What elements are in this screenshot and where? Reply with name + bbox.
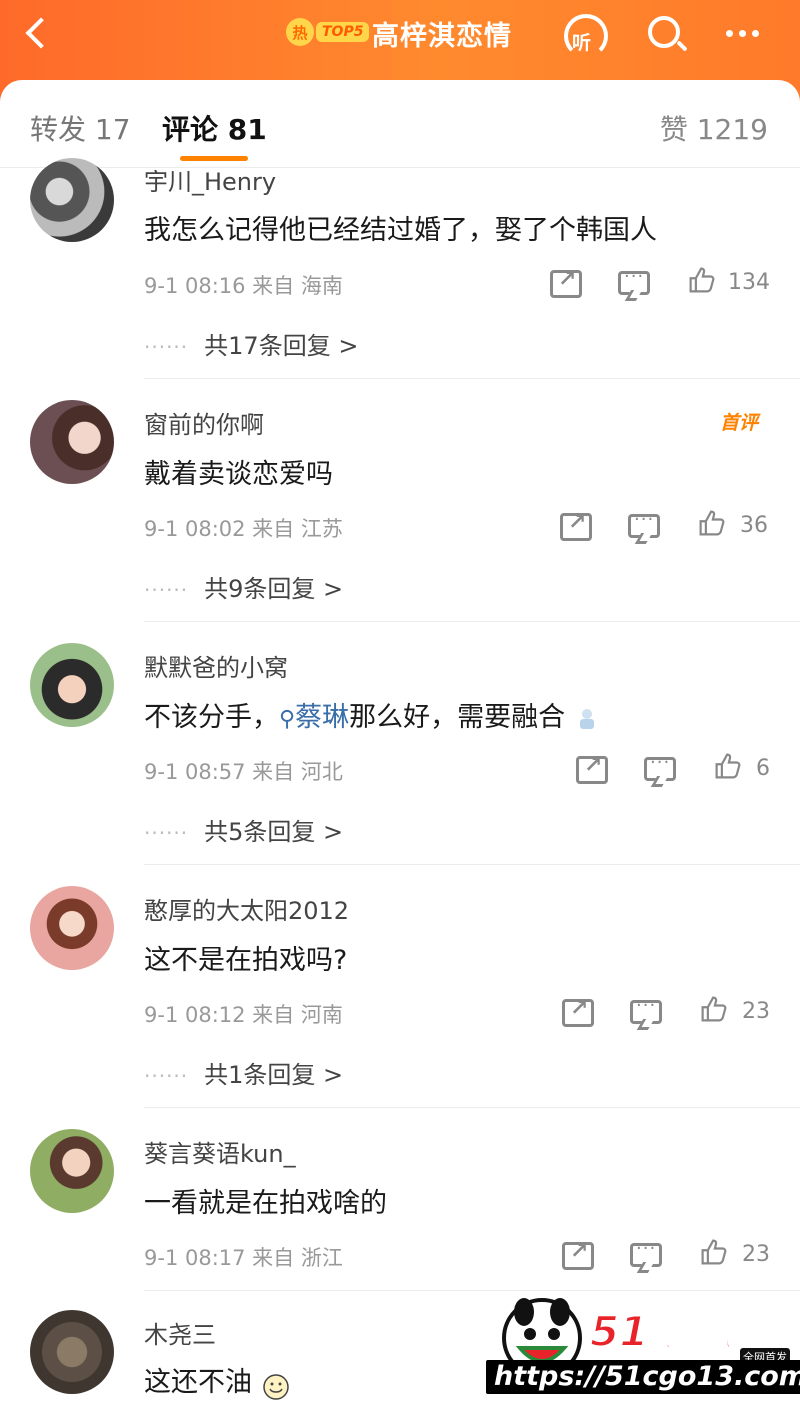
comment-text: 我怎么记得他已经结过婚了，娶了个韩国人 bbox=[144, 215, 657, 246]
share-icon[interactable] bbox=[550, 267, 582, 298]
view-replies-link[interactable]: ······ 共9条回复 > bbox=[144, 569, 343, 604]
avatar[interactable] bbox=[30, 400, 114, 484]
back-arrow-icon[interactable] bbox=[18, 14, 58, 54]
reply-icon[interactable] bbox=[644, 752, 676, 781]
view-replies-link[interactable]: ······ 共5条回复 > bbox=[144, 812, 343, 847]
view-replies-link[interactable]: ······ 共1条回复 > bbox=[144, 1055, 343, 1090]
thumbs-up-icon[interactable] bbox=[686, 266, 718, 294]
comment-text: 不该分手，⚲蔡琳那么好，需要融合 bbox=[144, 695, 600, 734]
topic-link-text: 蔡琳 bbox=[295, 702, 350, 733]
comment-text: 戴着卖谈恋爱吗 bbox=[144, 459, 333, 490]
avatar[interactable] bbox=[30, 158, 114, 242]
replies-label: 共17条回复 > bbox=[204, 332, 359, 360]
reply-icon[interactable] bbox=[630, 1238, 662, 1267]
topic-title[interactable]: 高梓淇恋情 bbox=[372, 14, 512, 53]
comment-text: 这不是在拍戏吗? bbox=[144, 945, 348, 976]
comment-meta: 9-1 08:57 来自 河北 bbox=[144, 760, 343, 784]
like-count: 23 bbox=[742, 999, 770, 1024]
comment-text-part: 不该分手， bbox=[144, 702, 279, 733]
tab-likes[interactable]: 赞 1219 bbox=[660, 108, 768, 148]
comment-text: 这还不油 bbox=[144, 1360, 289, 1400]
thumbs-up-icon[interactable] bbox=[696, 509, 728, 537]
comment-author[interactable]: 默默爸的小窝 bbox=[144, 648, 288, 683]
site-watermark: 51吃瓜 全网首发 https://51cgo13.com bbox=[486, 1290, 800, 1398]
like-count: 23 bbox=[742, 1242, 770, 1267]
divider bbox=[144, 378, 800, 379]
topic-search-link[interactable]: ⚲蔡琳 bbox=[279, 702, 349, 733]
emoji-icon bbox=[574, 706, 600, 732]
comment-meta: 9-1 08:02 来自 江苏 bbox=[144, 517, 343, 541]
search-icon[interactable] bbox=[644, 12, 690, 58]
avatar[interactable] bbox=[30, 886, 114, 970]
comment-text-part: 那么好，需要融合 bbox=[349, 702, 566, 733]
share-icon[interactable] bbox=[562, 996, 594, 1027]
first-comment-badge: 首评 bbox=[720, 412, 759, 434]
tab-repost[interactable]: 转发 17 bbox=[30, 108, 131, 148]
watermark-brand: 51吃瓜 bbox=[589, 1306, 733, 1357]
comment-meta: 9-1 08:16 来自 海南 bbox=[144, 274, 343, 298]
avatar[interactable] bbox=[30, 643, 114, 727]
search-icon: ⚲ bbox=[279, 707, 296, 732]
sweat-smile-emoji-icon bbox=[261, 1371, 289, 1400]
comment-meta: 9-1 08:17 来自 浙江 bbox=[144, 1246, 343, 1270]
divider bbox=[144, 864, 800, 865]
thumbs-up-icon[interactable] bbox=[698, 1238, 730, 1266]
comment-meta: 9-1 08:12 来自 河南 bbox=[144, 1003, 343, 1027]
active-tab-indicator bbox=[180, 156, 248, 161]
comment-author[interactable]: 憨厚的大太阳2012 bbox=[144, 891, 349, 926]
hot-flame-icon: 热 bbox=[286, 18, 314, 46]
reply-icon[interactable] bbox=[628, 509, 660, 538]
more-dots-icon[interactable] bbox=[726, 30, 759, 37]
avatar[interactable] bbox=[30, 1310, 114, 1394]
replies-label: 共1条回复 > bbox=[204, 1061, 344, 1089]
comment-author[interactable]: 葵言葵语kun_ bbox=[144, 1134, 296, 1169]
reply-dots: ······ bbox=[144, 578, 189, 602]
divider bbox=[144, 621, 800, 622]
share-icon[interactable] bbox=[560, 510, 592, 541]
comment-author[interactable]: 木尧三 bbox=[144, 1315, 216, 1350]
view-replies-link[interactable]: ······ 共17条回复 > bbox=[144, 326, 358, 361]
reply-icon[interactable] bbox=[630, 995, 662, 1024]
avatar[interactable] bbox=[30, 1129, 114, 1213]
hot-rank-badge[interactable]: 热 TOP5 bbox=[286, 18, 370, 46]
comment-text-part: 这还不油 bbox=[144, 1367, 252, 1398]
listen-button[interactable]: 听 bbox=[558, 10, 614, 60]
comment-author[interactable]: 宇川_Henry bbox=[144, 162, 276, 197]
reply-icon[interactable] bbox=[618, 266, 650, 295]
thumbs-up-icon[interactable] bbox=[712, 752, 744, 780]
thumbs-up-icon[interactable] bbox=[698, 995, 730, 1023]
reply-dots: ······ bbox=[144, 335, 189, 359]
tab-bar: 转发 17 评论 81 赞 1219 bbox=[0, 80, 800, 168]
reply-dots: ······ bbox=[144, 1064, 189, 1088]
comment-text: 一看就是在拍戏啥的 bbox=[144, 1188, 387, 1219]
reply-dots: ······ bbox=[144, 821, 189, 845]
share-icon[interactable] bbox=[562, 1239, 594, 1270]
divider bbox=[144, 1107, 800, 1108]
like-count: 134 bbox=[728, 270, 770, 295]
like-count: 36 bbox=[740, 513, 768, 538]
comment-author[interactable]: 窗前的你啊 bbox=[144, 405, 264, 440]
like-count: 6 bbox=[756, 756, 770, 781]
replies-label: 共5条回复 > bbox=[204, 818, 344, 846]
tab-comment[interactable]: 评论 81 bbox=[162, 108, 267, 148]
listen-label: 听 bbox=[572, 32, 592, 54]
replies-label: 共9条回复 > bbox=[204, 575, 344, 603]
share-icon[interactable] bbox=[576, 753, 608, 784]
hot-rank-label: TOP5 bbox=[316, 22, 370, 42]
watermark-url: https://51cgo13.com bbox=[486, 1360, 800, 1394]
